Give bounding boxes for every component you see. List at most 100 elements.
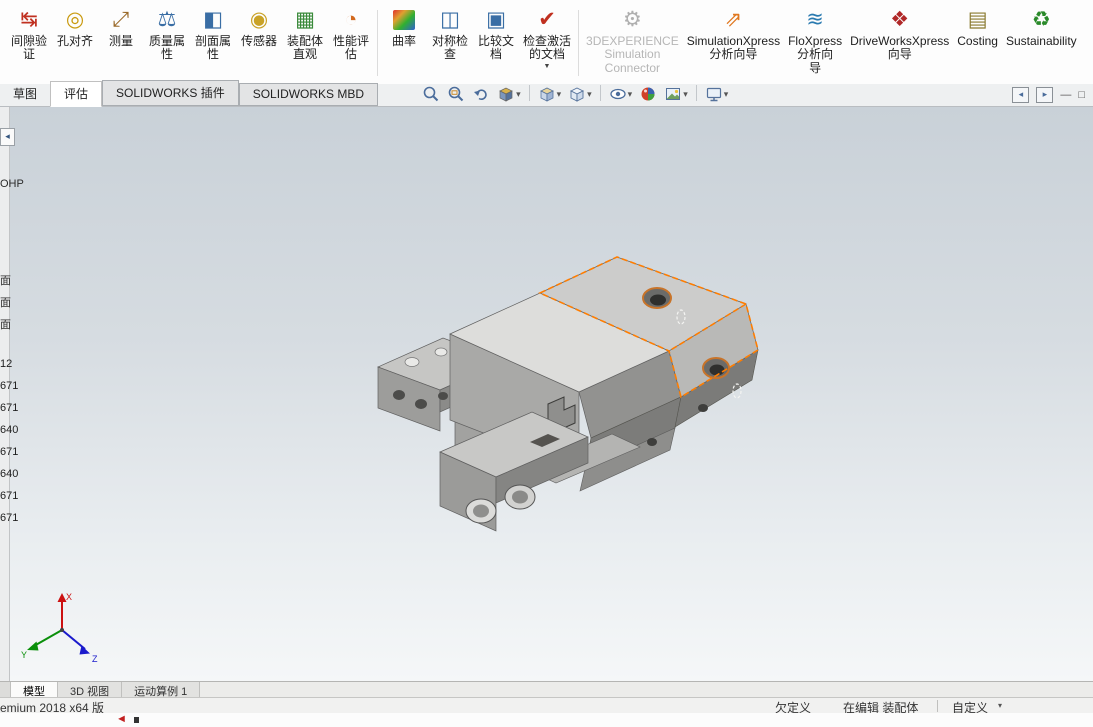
marker-fragment bbox=[134, 717, 139, 723]
dropdown-caret-icon[interactable]: ▾ bbox=[998, 701, 1002, 710]
triad-x-label: X bbox=[66, 592, 72, 602]
hole bbox=[404, 357, 420, 367]
simulationxpress-icon: ⇗ bbox=[724, 8, 743, 31]
display-style-cube-icon bbox=[570, 87, 585, 102]
screw bbox=[698, 404, 708, 412]
hole bbox=[438, 392, 448, 400]
screw bbox=[647, 438, 657, 446]
hide-show-items-button[interactable]: ▾ bbox=[607, 84, 635, 104]
mass-properties-icon: ⚖ bbox=[157, 8, 177, 31]
ribbon-button-hole-alignment[interactable]: ◎ 孔对齐 bbox=[52, 6, 98, 84]
tab-model[interactable]: 模型 bbox=[11, 682, 58, 698]
tab-3d-views[interactable]: 3D 视图 bbox=[58, 682, 123, 698]
ribbon-button-sustainability[interactable]: ♻ Sustainability bbox=[1002, 6, 1081, 84]
ribbon-button-performance-evaluation[interactable]: ◔ 性能评 估 bbox=[328, 6, 374, 84]
dropdown-caret-icon[interactable]: ▼ bbox=[544, 63, 551, 70]
ribbon-button-clearance-verification[interactable]: ↹ 间隙验 证 bbox=[6, 6, 52, 84]
dropdown-caret-icon[interactable]: ▾ bbox=[557, 89, 562, 100]
toolbar-separator bbox=[528, 85, 530, 101]
ribbon-separator bbox=[377, 10, 378, 76]
performance-evaluation-icon: ◔ bbox=[344, 8, 358, 31]
ribbon-button-label: Sustainability bbox=[1005, 34, 1077, 48]
ribbon-button-mass-properties[interactable]: ⚖ 质量属 性 bbox=[144, 6, 190, 84]
magnifier-area-icon bbox=[448, 86, 464, 102]
ribbon-button-costing[interactable]: ▤ Costing bbox=[953, 6, 1002, 84]
toolbar-separator bbox=[599, 85, 601, 101]
sustainability-icon: ♻ bbox=[1031, 8, 1051, 31]
dropdown-caret-icon[interactable]: ▾ bbox=[587, 89, 592, 100]
pane-next-button[interactable]: ▸ bbox=[1036, 87, 1054, 103]
finger-pin-inner bbox=[512, 490, 528, 504]
view-orientation-button[interactable]: ▾ bbox=[536, 84, 564, 104]
ribbon-button-curvature[interactable]: 曲率 bbox=[381, 6, 427, 84]
ribbon-button-sensor[interactable]: ◉ 传感器 bbox=[236, 6, 282, 84]
bottom-edge-strip: ◄ bbox=[0, 713, 1093, 727]
status-separator bbox=[937, 700, 938, 712]
section-view-button[interactable]: ▾ bbox=[495, 84, 523, 104]
ribbon-button-compare-documents[interactable]: ▣ 比较文 档 bbox=[473, 6, 519, 84]
symmetry-check-icon: ◫ bbox=[440, 8, 460, 31]
sensor-icon: ◉ bbox=[249, 8, 269, 31]
ribbon-button-measure[interactable]: ⤢ 测量 bbox=[98, 6, 144, 84]
dropdown-caret-icon[interactable]: ▾ bbox=[516, 89, 521, 100]
ribbon-button-label: 装配体 直观 bbox=[286, 34, 323, 62]
ribbon-button-driveworksxpress[interactable]: ❖ DriveWorksXpress 向导 bbox=[846, 6, 953, 84]
graphics-viewport[interactable]: ◂ OHP 面 面 面 12 671 671 640 671 640 671 6… bbox=[0, 107, 1093, 681]
coordinate-triad: X Y Z bbox=[21, 592, 98, 664]
ribbon-button-simulationxpress[interactable]: ⇗ SimulationXpress 分析向导 bbox=[683, 6, 784, 84]
tab-solidworks-mbd[interactable]: SOLIDWORKS MBD bbox=[238, 83, 379, 106]
ribbon-button-label: 间隙验 证 bbox=[10, 34, 47, 62]
previous-view-button[interactable] bbox=[470, 84, 492, 104]
ribbon-button-label: FloXpress 分析向 导 bbox=[788, 34, 843, 75]
view-settings-button[interactable]: ▾ bbox=[703, 84, 731, 104]
model-canvas[interactable]: X Y Z bbox=[0, 107, 1093, 681]
apply-scene-button[interactable]: ▾ bbox=[662, 84, 690, 104]
tab-solidworks-addins[interactable]: SOLIDWORKS 插件 bbox=[102, 80, 239, 106]
zoom-to-area-button[interactable] bbox=[445, 84, 467, 104]
previous-view-icon bbox=[474, 89, 487, 100]
tab-sketch[interactable]: 草图 bbox=[0, 82, 50, 106]
pane-controls: ◂ ▸ — □ bbox=[1012, 87, 1085, 103]
hole bbox=[415, 399, 427, 409]
pane-previous-button[interactable]: ◂ bbox=[1012, 87, 1030, 103]
ribbon-button-label: 传感器 bbox=[240, 34, 277, 48]
ribbon-button-label: 测量 bbox=[108, 34, 133, 48]
minimize-icon[interactable]: — bbox=[1060, 88, 1071, 102]
ribbon-button-label: 曲率 bbox=[391, 34, 416, 48]
display-style-button[interactable]: ▾ bbox=[566, 84, 594, 104]
floxpress-icon: ≋ bbox=[806, 8, 824, 31]
hole-alignment-icon: ◎ bbox=[65, 8, 85, 31]
tab-scroll-stub bbox=[0, 682, 11, 697]
assembly-visualization-icon: ▦ bbox=[295, 8, 315, 31]
tab-motion-study-1[interactable]: 运动算例 1 bbox=[122, 682, 201, 698]
clearance-verification-icon: ↹ bbox=[20, 8, 38, 31]
measure-icon: ⤢ bbox=[112, 8, 130, 31]
assembly-model[interactable] bbox=[377, 256, 759, 532]
ribbon-button-section-properties[interactable]: ◧ 剖面属 性 bbox=[190, 6, 236, 84]
ribbon-button-assembly-visualization[interactable]: ▦ 装配体 直观 bbox=[282, 6, 328, 84]
dropdown-caret-icon[interactable]: ▾ bbox=[724, 89, 729, 100]
dropdown-caret-icon[interactable]: ▾ bbox=[683, 89, 688, 100]
ribbon-evaluate: ↹ 间隙验 证 ◎ 孔对齐 ⤢ 测量 ⚖ 质量属 性 ◧ 剖面属 性 ◉ 传感器… bbox=[0, 0, 1093, 84]
restore-icon[interactable]: □ bbox=[1078, 88, 1085, 102]
appearance-ball-icon bbox=[641, 87, 655, 101]
ribbon-button-check-active-document[interactable]: ✔ 检查激活 的文档 ▼ bbox=[519, 6, 575, 84]
ribbon-button-3dexperience-simulation-connector: ⚙ 3DEXPERIENCE Simulation Connector bbox=[582, 6, 683, 84]
ribbon-button-label: Costing bbox=[957, 34, 998, 48]
threedexperience-connector-icon: ⚙ bbox=[622, 8, 642, 31]
dropdown-caret-icon[interactable]: ▾ bbox=[628, 89, 633, 100]
ribbon-button-symmetry-check[interactable]: ◫ 对称检 查 bbox=[427, 6, 473, 84]
document-tab-bar: 模型 3D 视图 运动算例 1 bbox=[0, 681, 1093, 698]
edit-appearance-button[interactable] bbox=[637, 84, 659, 104]
zoom-to-fit-button[interactable] bbox=[420, 84, 442, 104]
costing-icon: ▤ bbox=[967, 8, 988, 31]
section-view-icon bbox=[499, 87, 513, 102]
ribbon-button-label: 检查激活 的文档 bbox=[523, 34, 572, 62]
ribbon-button-label: 性能评 估 bbox=[332, 34, 369, 62]
driveworksxpress-icon: ❖ bbox=[890, 8, 910, 31]
scene-icon bbox=[666, 88, 681, 100]
ribbon-button-floxpress[interactable]: ≋ FloXpress 分析向 导 bbox=[784, 6, 846, 84]
tab-evaluate[interactable]: 评估 bbox=[50, 81, 103, 107]
ribbon-button-label: DriveWorksXpress 向导 bbox=[850, 34, 950, 62]
heads-up-view-toolbar: ▾ ▾ ▾ ▾ ▾ ▾ bbox=[420, 84, 730, 104]
